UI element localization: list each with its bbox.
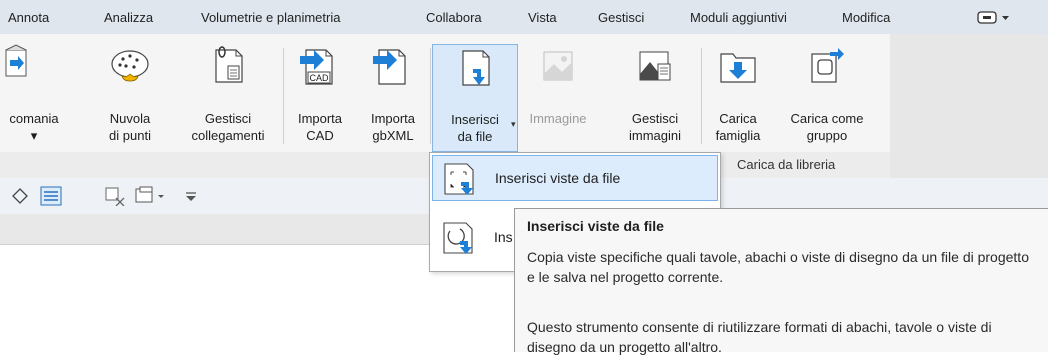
- tab-volumetrie[interactable]: Volumetrie e planimetria: [201, 8, 340, 28]
- import-cad-button[interactable]: CAD Importa CAD: [284, 44, 356, 154]
- qat-customize-button[interactable]: [184, 186, 198, 209]
- qat-unlink-button[interactable]: [104, 186, 126, 209]
- ribbon-options-dropdown[interactable]: [975, 10, 1015, 26]
- insert-2d-icon: [443, 222, 473, 254]
- insert-views-icon: [444, 163, 474, 195]
- qat-properties-button[interactable]: [40, 186, 62, 209]
- decal-button[interactable]: comania ▾: [0, 44, 68, 154]
- insert-from-file-button[interactable]: Inserisci da file ▾: [432, 44, 518, 152]
- properties-icon: [40, 186, 62, 206]
- manage-images-label-2: immagini: [628, 128, 681, 143]
- insert-from-file-label-2: da file: [457, 129, 493, 144]
- tab-annota[interactable]: Annota: [8, 8, 49, 28]
- point-cloud-label-1: Nuvola: [109, 111, 151, 126]
- diamond-icon: [12, 188, 28, 204]
- import-gbxml-label-2: gbXML: [372, 128, 414, 143]
- separator: [430, 48, 431, 144]
- manage-links-icon: [215, 46, 243, 83]
- load-family-label-1: Carica: [719, 111, 757, 126]
- unlink-icon: [105, 187, 125, 207]
- separator: [701, 48, 702, 144]
- point-cloud-button[interactable]: Nuvola di punti: [90, 44, 170, 154]
- manage-links-label-2: collegamenti: [191, 128, 265, 143]
- qat-diamond-button[interactable]: [10, 186, 30, 209]
- decal-arrow: ▾: [30, 128, 38, 143]
- panel-label-load-from-library[interactable]: Carica da libreria: [737, 157, 835, 172]
- load-family-icon: [720, 53, 756, 83]
- load-as-group-label-1: Carica come: [790, 111, 864, 126]
- tab-analizza[interactable]: Analizza: [104, 8, 153, 28]
- import-gbxml-label-1: Importa: [370, 111, 416, 126]
- import-gbxml-icon: [373, 49, 406, 85]
- tooltip-description: Copia viste specifiche quali tavole, aba…: [527, 249, 1029, 285]
- customize-icon: [186, 192, 196, 201]
- panel-toggle-icon: [977, 11, 1009, 24]
- manage-links-button[interactable]: Gestisci collegamenti: [178, 44, 278, 154]
- tooltip: Inserisci viste da file Copia viste spec…: [514, 208, 1048, 355]
- menu-item-label: Inserisci viste da file: [495, 170, 621, 186]
- manage-images-button[interactable]: Gestisci immagini: [610, 44, 700, 154]
- load-family-button[interactable]: Carica famiglia: [703, 44, 773, 154]
- load-as-group-label-2: gruppo: [806, 128, 848, 143]
- manage-links-label-1: Gestisci: [204, 111, 252, 126]
- menu-item-insert-2d[interactable]: Ins: [432, 215, 513, 259]
- point-cloud-label-2: di punti: [109, 128, 151, 143]
- tooltip-title: Inserisci viste da file: [527, 218, 664, 234]
- point-cloud-icon: [111, 50, 149, 82]
- chevron-down-icon: ▾: [511, 119, 516, 129]
- tab-collabora[interactable]: Collabora: [426, 8, 482, 28]
- image-icon: [543, 51, 573, 81]
- ribbon-empty-area: [890, 34, 1048, 178]
- tooltip-extended-description: Questo strumento consente di riutilizzar…: [527, 319, 992, 355]
- import-gbxml-button[interactable]: Importa gbXML: [357, 44, 429, 154]
- menu-item-label: Ins: [494, 229, 513, 245]
- qat-windows-button[interactable]: [134, 186, 168, 209]
- insert-from-file-label-1: Inserisci: [451, 112, 499, 127]
- cad-badge: CAD: [309, 73, 329, 83]
- manage-images-icon: [639, 51, 671, 81]
- insert-from-file-icon: [462, 50, 490, 86]
- tab-moduli-aggiuntivi[interactable]: Moduli aggiuntivi: [690, 8, 787, 28]
- import-cad-label-2: CAD: [306, 128, 334, 143]
- import-cad-label-1: Importa: [297, 111, 343, 126]
- import-cad-icon: CAD: [300, 49, 333, 85]
- load-as-group-icon: [811, 48, 844, 83]
- tab-gestisci[interactable]: Gestisci: [598, 8, 644, 28]
- decal-icon: [5, 44, 27, 77]
- load-family-label-2: famiglia: [715, 128, 761, 143]
- manage-images-label-1: Gestisci: [631, 111, 679, 126]
- tab-modifica[interactable]: Modifica: [842, 8, 890, 28]
- tab-vista[interactable]: Vista: [528, 8, 557, 28]
- menu-item-insert-views-from-file[interactable]: Inserisci viste da file: [432, 155, 718, 201]
- windows-icon: [135, 186, 164, 203]
- decal-label: comania: [9, 111, 59, 126]
- ribbon-tab-bar: Annota Analizza Volumetrie e planimetria…: [0, 0, 1048, 34]
- image-button[interactable]: Immagine: [518, 44, 598, 154]
- load-as-group-button[interactable]: Carica come gruppo: [778, 44, 876, 154]
- image-label: Immagine: [529, 111, 587, 126]
